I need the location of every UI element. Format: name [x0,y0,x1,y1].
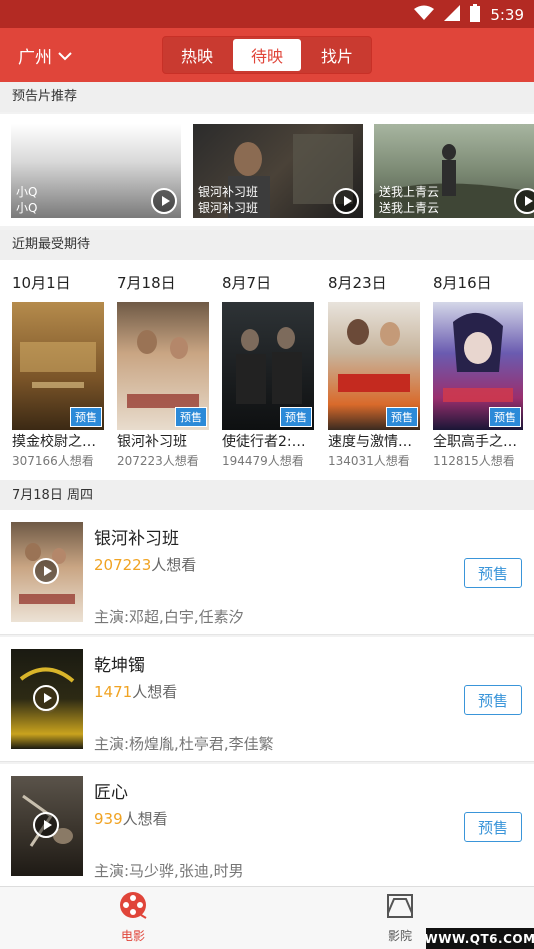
want-count: 134031人想看 [328,454,410,468]
trailer-title: 银河补习班 [198,185,259,199]
trailer-subtitle: 银河补习班 [198,201,259,215]
movie-poster[interactable]: 预售 [12,302,104,430]
city-selector[interactable]: 广州 [18,43,72,68]
movie-title: 银河补习班 [94,529,179,549]
trailer-carousel: 小Q 小Q 银河补习班 银河补习班 送我上青云 送我上青云 [0,114,534,226]
release-date: 8月23日 [328,274,387,292]
battery-icon [470,4,481,26]
want-suffix: 人想看 [122,810,168,828]
list-item[interactable]: 乾坤镯 1471人想看 主演:杨煌胤,杜亭君,李佳繁 预售 [0,637,534,762]
movie-tabs: 热映 待映 找片 [162,36,372,74]
presale-button[interactable]: 预售 [464,558,522,588]
movie-poster[interactable]: 预售 [117,302,209,430]
play-icon[interactable] [514,188,534,214]
want-count: 112815人想看 [433,454,515,468]
want-count: 207223人想看 [94,554,196,575]
want-count: 1471人想看 [94,681,177,702]
watermark: WWW.QT6.COM [424,928,534,949]
presale-button[interactable]: 预售 [464,685,522,715]
movie-title: 全职高手之… [433,434,517,450]
release-date: 10月1日 [12,274,71,292]
app-header: 广州 热映 待映 找片 [0,28,534,82]
want-number: 1471 [94,683,133,701]
release-date: 7月18日 [117,274,176,292]
movie-title: 匠心 [94,783,128,803]
film-reel-icon [119,891,147,922]
movie-poster[interactable]: 预售 [328,302,420,430]
want-count: 207223人想看 [117,454,199,468]
movie-title: 摸金校尉之… [12,434,96,450]
want-count: 307166人想看 [12,454,94,468]
section-header-trailers: 预告片推荐 [0,82,534,112]
movie-title: 速度与激情… [328,434,412,450]
presale-badge: 预售 [70,407,102,427]
movie-poster[interactable] [11,649,83,749]
movie-poster[interactable]: 预售 [433,302,523,430]
movie-title: 使徒行者2:… [222,434,306,450]
chevron-down-icon [58,46,72,66]
trailer-title: 小Q [16,185,38,199]
play-icon[interactable] [33,812,59,838]
presale-badge: 预售 [175,407,207,427]
list-item[interactable]: 银河补习班 207223人想看 主演:邓超,白宇,任素汐 预售 [0,510,534,635]
movie-poster[interactable]: 预售 [222,302,314,430]
tab-now-showing[interactable]: 热映 [163,37,231,73]
movie-cast: 主演:马少骅,张迪,时男 [94,862,244,880]
play-icon[interactable] [151,188,177,214]
presale-button[interactable]: 预售 [464,812,522,842]
nav-label: 电影 [120,929,145,943]
section-header-anticipated: 近期最受期待 [0,230,534,260]
trailer-subtitle: 小Q [16,201,38,215]
nav-movies[interactable]: 电影 [103,891,163,944]
tab-coming-soon[interactable]: 待映 [233,39,301,71]
cinema-icon [386,891,414,922]
anticipated-list: 10月1日 预售 摸金校尉之… 307166人想看 7月18日 预售 银河补习班… [0,260,534,480]
section-header-date: 7月18日 周四 [0,480,534,512]
want-count: 194479人想看 [222,454,304,468]
trailer-card[interactable]: 银河补习班 银河补习班 [193,124,363,218]
play-icon[interactable] [33,685,59,711]
presale-badge: 预售 [280,407,312,427]
trailer-subtitle: 送我上青云 [379,201,440,215]
want-number: 939 [94,810,123,828]
trailer-title: 送我上青云 [379,185,440,199]
want-count: 939人想看 [94,808,168,829]
want-number: 207223 [94,556,152,574]
movie-poster[interactable] [11,522,83,622]
status-bar: 5:39 [0,0,534,28]
nav-cinemas[interactable]: 影院 [370,891,430,944]
play-icon[interactable] [33,558,59,584]
wifi-icon [414,5,435,25]
trailer-card[interactable]: 送我上青云 送我上青云 [374,124,534,218]
want-suffix: 人想看 [132,683,178,701]
nav-label: 影院 [387,929,412,943]
city-label: 广州 [18,48,52,68]
movie-title: 乾坤镯 [94,656,145,676]
list-item[interactable]: 匠心 939人想看 主演:马少骅,张迪,时男 预售 [0,764,534,889]
signal-icon [444,5,461,25]
movie-cast: 主演:邓超,白宇,任素汐 [94,608,244,626]
trailer-card[interactable]: 小Q 小Q [11,124,181,218]
movie-cast: 主演:杨煌胤,杜亭君,李佳繁 [94,735,274,753]
movie-title: 银河补习班 [117,434,187,450]
release-date: 8月16日 [433,274,492,292]
presale-badge: 预售 [489,407,521,427]
presale-badge: 预售 [386,407,418,427]
movie-poster[interactable] [11,776,83,876]
play-icon[interactable] [333,188,359,214]
release-date: 8月7日 [222,274,272,292]
tab-find-movie[interactable]: 找片 [303,37,371,73]
want-suffix: 人想看 [151,556,197,574]
status-time: 5:39 [490,6,524,24]
